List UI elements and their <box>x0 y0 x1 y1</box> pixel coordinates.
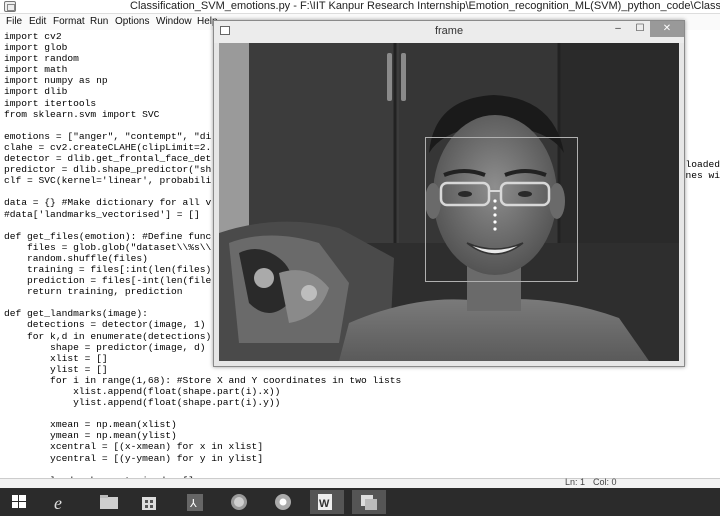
store-icon[interactable] <box>132 490 166 514</box>
code-line[interactable] <box>4 464 401 475</box>
minimize-button[interactable]: – <box>606 21 630 37</box>
code-line[interactable]: for i in range(1,68): #Store X and Y coo… <box>4 375 401 386</box>
code-line[interactable]: ymean = np.mean(ylist) <box>4 430 401 441</box>
python-app-icon <box>4 1 16 12</box>
svg-text:W: W <box>319 498 330 510</box>
maximize-button[interactable]: ☐ <box>630 21 650 37</box>
editor-title-bar: Classification_SVM_emotions.py - F:\IIT … <box>0 0 720 14</box>
windows-start-icon[interactable] <box>2 490 36 514</box>
word-icon[interactable]: W <box>310 490 344 514</box>
menu-edit[interactable]: Edit <box>29 15 46 29</box>
acrobat-icon[interactable]: ⅄ <box>178 490 212 514</box>
svg-text:⅄: ⅄ <box>189 498 197 510</box>
window-title: Classification_SVM_emotions.py - F:\IIT … <box>130 0 720 12</box>
code-line[interactable]: ylist.append(float(shape.part(i).y)) <box>4 397 401 408</box>
status-col: Col: 0 <box>593 477 617 487</box>
menu-format[interactable]: Format <box>53 15 85 29</box>
webcam-frame <box>219 43 679 361</box>
frame-window[interactable]: frame – ☐ ✕ <box>213 20 685 367</box>
menu-file[interactable]: File <box>6 15 22 29</box>
file-explorer-icon[interactable] <box>92 490 126 514</box>
python-idle-icon[interactable] <box>352 490 386 514</box>
code-line[interactable]: xmean = np.mean(xlist) <box>4 419 401 430</box>
code-line[interactable]: ycentral = [(y-ymean) for y in ylist] <box>4 453 401 464</box>
code-right-fragment-2: nes wi <box>685 170 720 181</box>
close-button[interactable]: ✕ <box>650 21 684 37</box>
internet-explorer-icon[interactable]: e <box>44 490 78 514</box>
code-line[interactable]: xlist.append(float(shape.part(i).x)) <box>4 386 401 397</box>
code-line[interactable]: xcentral = [(x-xmean) for x in xlist] <box>4 441 401 452</box>
code-right-fragment-1: loaded <box>685 159 720 170</box>
status-bar: Ln: 1 Col: 0 <box>0 477 720 488</box>
face-detection-box <box>425 137 578 282</box>
menu-run[interactable]: Run <box>90 15 108 29</box>
frame-title-bar[interactable]: frame – ☐ ✕ <box>214 21 684 43</box>
code-line[interactable] <box>4 408 401 419</box>
taskbar: e ⅄ W <box>0 488 720 516</box>
firefox-icon[interactable] <box>222 490 256 514</box>
menu-options[interactable]: Options <box>115 15 149 29</box>
menu-window[interactable]: Window <box>156 15 192 29</box>
svg-text:e: e <box>54 493 62 513</box>
status-line: Ln: 1 <box>565 477 586 487</box>
chrome-icon[interactable] <box>266 490 300 514</box>
